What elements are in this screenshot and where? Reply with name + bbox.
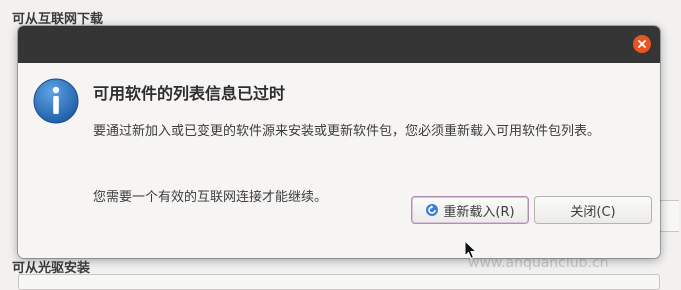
close-button[interactable]: 关闭(C) [534,196,652,224]
background-control [658,200,679,232]
dialog-title: 可用软件的列表信息已过时 [93,84,286,103]
reload-button[interactable]: 重新载入(R) [411,196,529,224]
dialog-close-button[interactable] [633,35,651,53]
background-heading-internet: 可从互联网下载 [12,12,104,27]
dialog-content: 可用软件的列表信息已过时 要通过新加入或已变更的软件源来安装或更新软件包，您必须… [18,63,660,258]
dialog-message: 要通过新加入或已变更的软件源来安装或更新软件包，您必须重新载入可用软件包列表。 [93,124,601,139]
close-icon [638,40,646,48]
info-icon [33,78,79,124]
close-button-label: 关闭(C) [570,204,616,220]
dialog-titlebar [18,26,660,63]
reload-button-label: 重新载入(R) [443,204,515,220]
refresh-icon [426,204,439,216]
dialog-note: 您需要一个有效的互联网连接才能继续。 [93,190,328,205]
mouse-cursor-icon [464,240,478,260]
background-list [18,274,660,290]
